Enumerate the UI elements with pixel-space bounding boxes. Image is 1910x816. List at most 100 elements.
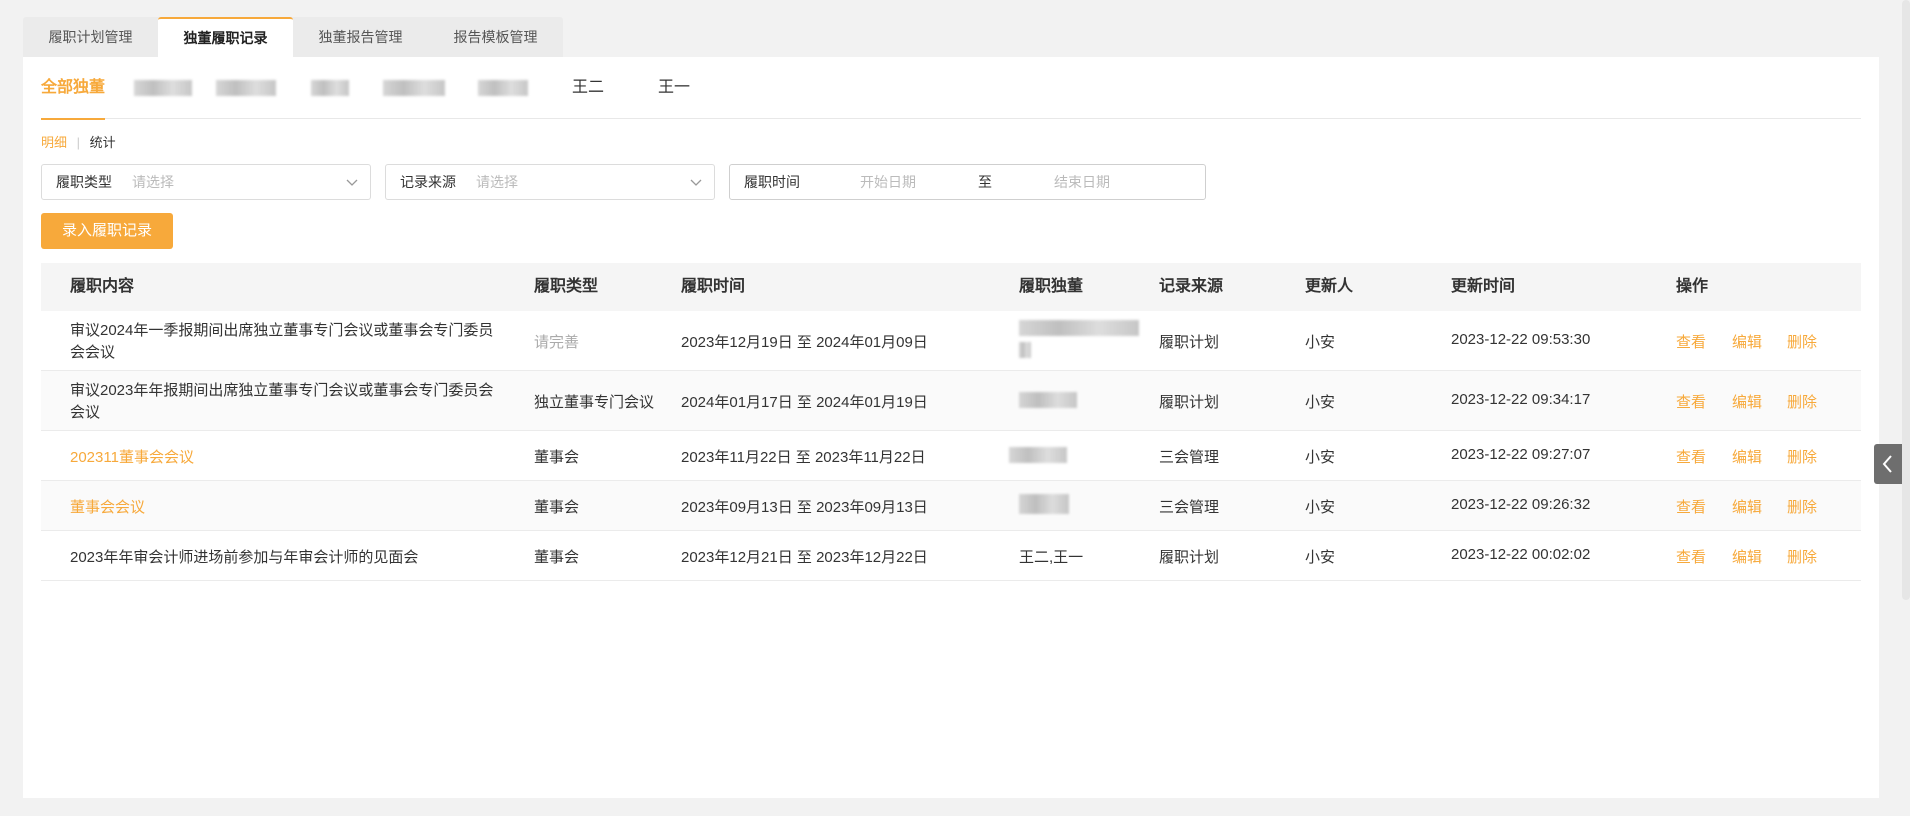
row-director-redacted [1019, 319, 1139, 359]
director-tab-wang-er[interactable]: 王二 [572, 57, 604, 119]
row-updater: 小安 [1305, 499, 1336, 516]
col-header-updater: 更新人 [1305, 278, 1354, 295]
date-range-picker[interactable]: 履职时间 开始日期 至 结束日期 [729, 164, 1206, 200]
redacted-name [216, 79, 276, 96]
redacted-name [478, 79, 528, 96]
main-panel: 全部独董 王二 王一 明细 | 统计 履职类型 请选择 记录来源 请选择 履职时… [23, 57, 1879, 798]
row-director-redacted [1009, 446, 1067, 464]
redacted-name [134, 79, 192, 96]
col-header-actions: 操作 [1676, 278, 1709, 295]
row-content-line1: 审议2023年年报期间出席独立董事专门会议或董事会专门委员会 [70, 382, 494, 399]
source-select[interactable]: 记录来源 请选择 [385, 164, 715, 200]
director-tab-all[interactable]: 全部独董 [41, 57, 106, 120]
edit-link[interactable]: 编辑 [1732, 331, 1762, 352]
delete-link[interactable]: 删除 [1787, 546, 1817, 567]
row-type: 请完善 [534, 334, 580, 351]
redacted-name [311, 79, 349, 96]
edit-link[interactable]: 编辑 [1732, 391, 1762, 412]
view-switch: 明细 | 统计 [41, 133, 122, 153]
view-link[interactable]: 查看 [1676, 546, 1706, 567]
source-select-placeholder: 请选择 [476, 174, 518, 190]
row-updated-time: 2023-12-22 00:02:02 [1451, 546, 1591, 563]
row-updated-time: 2023-12-22 09:53:30 [1451, 331, 1591, 348]
type-select[interactable]: 履职类型 请选择 [41, 164, 371, 200]
delete-link[interactable]: 删除 [1787, 331, 1817, 352]
view-stats-link[interactable]: 统计 [90, 135, 116, 150]
row-director-redacted [1019, 494, 1069, 514]
delete-link[interactable]: 删除 [1787, 496, 1817, 517]
edit-link[interactable]: 编辑 [1732, 496, 1762, 517]
director-tab-redacted-1[interactable] [134, 57, 192, 119]
row-content-line2: 会议 [70, 404, 101, 421]
row-updated-time: 2023-12-22 09:34:17 [1451, 391, 1591, 408]
row-content-line1: 审议2024年一季报期间出席独立董事专门会议或董事会专门委员 [70, 322, 494, 339]
chevron-down-icon [346, 179, 358, 186]
row-time: 2023年09月13日 至 2023年09月13日 [681, 499, 928, 516]
row-updated-time: 2023-12-22 09:26:32 [1451, 496, 1591, 513]
row-type: 独立董事专门会议 [534, 394, 655, 411]
row-source: 三会管理 [1159, 449, 1220, 466]
tab-plan-management[interactable]: 履职计划管理 [23, 17, 158, 58]
end-date-input[interactable]: 结束日期 [1054, 165, 1110, 199]
date-range-label: 履职时间 [744, 174, 800, 190]
row-content-link[interactable]: 董事会会议 [70, 496, 145, 517]
row-updater: 小安 [1305, 334, 1336, 351]
row-director: 王二,王一 [1019, 549, 1084, 566]
col-header-director: 履职独董 [1019, 278, 1084, 295]
tab-template-management[interactable]: 报告模板管理 [428, 17, 563, 58]
tab-duty-records[interactable]: 独董履职记录 [158, 17, 293, 58]
start-date-input[interactable]: 开始日期 [860, 165, 916, 199]
add-record-button[interactable]: 录入履职记录 [41, 213, 173, 249]
row-time: 2023年11月22日 至 2023年11月22日 [681, 449, 926, 466]
row-time: 2023年12月21日 至 2023年12月22日 [681, 549, 928, 566]
col-header-source: 记录来源 [1159, 278, 1224, 295]
delete-link[interactable]: 删除 [1787, 391, 1817, 412]
tab-report-management[interactable]: 独董报告管理 [293, 17, 428, 58]
side-panel-toggle[interactable] [1874, 444, 1902, 484]
row-time: 2024年01月17日 至 2024年01月19日 [681, 394, 928, 411]
view-link[interactable]: 查看 [1676, 446, 1706, 467]
row-type: 董事会 [534, 449, 580, 466]
view-link[interactable]: 查看 [1676, 331, 1706, 352]
chevron-down-icon [690, 179, 702, 186]
row-content-link[interactable]: 202311董事会会议 [70, 446, 194, 467]
row-source: 三会管理 [1159, 499, 1220, 516]
row-updater: 小安 [1305, 549, 1336, 566]
col-header-content: 履职内容 [70, 278, 135, 295]
top-tab-bar: 履职计划管理 独董履职记录 独董报告管理 报告模板管理 [23, 17, 563, 58]
col-header-type: 履职类型 [534, 278, 599, 295]
edit-link[interactable]: 编辑 [1732, 446, 1762, 467]
director-tab-redacted-2[interactable] [216, 57, 276, 119]
row-source: 履职计划 [1159, 394, 1220, 411]
director-tab-bar: 全部独董 王二 王一 [41, 57, 1861, 120]
row-source: 履职计划 [1159, 549, 1220, 566]
row-time: 2023年12月19日 至 2024年01月09日 [681, 334, 928, 351]
col-header-time: 履职时间 [681, 278, 746, 295]
row-updated-time: 2023-12-22 09:27:07 [1451, 446, 1591, 463]
row-updater: 小安 [1305, 449, 1336, 466]
director-tab-redacted-5[interactable] [478, 57, 528, 119]
view-detail-link[interactable]: 明细 [41, 135, 67, 150]
table-row: 审议2024年一季报期间出席独立董事专门会议或董事会专门委员 会会议 请完善 2… [41, 311, 1861, 371]
chevron-left-icon [1882, 455, 1892, 473]
page-scrollbar[interactable] [1902, 0, 1910, 600]
table-header: 履职内容 履职类型 履职时间 履职独董 记录来源 更新人 更新时间 操作 [41, 263, 1861, 311]
date-range-separator: 至 [978, 174, 992, 190]
table-row: 审议2023年年报期间出席独立董事专门会议或董事会专门委员会 会议 独立董事专门… [41, 371, 1861, 431]
edit-link[interactable]: 编辑 [1732, 546, 1762, 567]
table-row: 202311董事会会议 董事会 2023年11月22日 至 2023年11月22… [41, 431, 1861, 481]
redacted-name [383, 79, 445, 96]
table-row: 董事会会议 董事会 2023年09月13日 至 2023年09月13日 三会管理… [41, 481, 1861, 531]
records-table: 履职内容 履职类型 履职时间 履职独董 记录来源 更新人 更新时间 操作 审议2… [41, 263, 1861, 581]
director-tab-redacted-3[interactable] [311, 57, 349, 119]
row-updater: 小安 [1305, 394, 1336, 411]
view-link[interactable]: 查看 [1676, 391, 1706, 412]
view-separator: | [76, 135, 81, 150]
view-link[interactable]: 查看 [1676, 496, 1706, 517]
delete-link[interactable]: 删除 [1787, 446, 1817, 467]
row-director-redacted [1019, 391, 1077, 409]
director-tab-redacted-4[interactable] [383, 57, 445, 119]
row-source: 履职计划 [1159, 334, 1220, 351]
source-select-label: 记录来源 [400, 174, 456, 190]
director-tab-wang-yi[interactable]: 王一 [658, 57, 690, 119]
